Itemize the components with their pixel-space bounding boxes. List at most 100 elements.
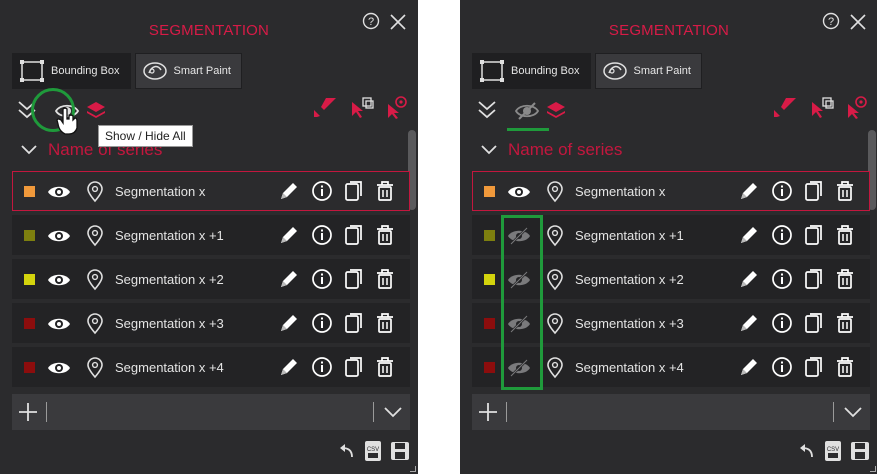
color-swatch[interactable] bbox=[24, 273, 35, 285]
segmentation-row[interactable]: Segmentation x +3 bbox=[472, 303, 870, 343]
place-pin-cursor-icon[interactable] bbox=[846, 96, 868, 120]
pencil-icon[interactable] bbox=[738, 356, 760, 378]
segmentation-row[interactable]: Segmentation x +4 bbox=[12, 347, 410, 387]
info-icon[interactable] bbox=[771, 180, 793, 202]
pencil-icon[interactable] bbox=[278, 180, 300, 202]
segmentation-row[interactable]: Segmentation x +1 bbox=[472, 215, 870, 255]
location-pin-icon[interactable] bbox=[545, 357, 565, 379]
select-cursor-icon[interactable] bbox=[350, 96, 374, 120]
segmentation-row[interactable]: Segmentation x +1 bbox=[12, 215, 410, 255]
color-swatch[interactable] bbox=[24, 229, 35, 241]
duplicate-icon[interactable] bbox=[344, 180, 364, 202]
segmentation-row[interactable]: Segmentation x +2 bbox=[12, 259, 410, 299]
trash-icon[interactable] bbox=[375, 180, 395, 202]
eye-icon[interactable] bbox=[507, 181, 531, 203]
color-swatch[interactable] bbox=[24, 185, 35, 197]
chevron-down-icon[interactable] bbox=[842, 402, 864, 422]
eye-icon[interactable] bbox=[47, 357, 71, 379]
undo-icon[interactable] bbox=[798, 443, 816, 459]
eye-off-icon[interactable] bbox=[507, 269, 531, 291]
trash-icon[interactable] bbox=[835, 312, 855, 334]
pencil-icon[interactable] bbox=[738, 268, 760, 290]
add-icon[interactable] bbox=[472, 394, 504, 430]
eye-icon[interactable] bbox=[47, 313, 71, 335]
bounding-box-button[interactable]: Bounding Box bbox=[472, 53, 591, 89]
trash-icon[interactable] bbox=[375, 224, 395, 246]
location-pin-icon[interactable] bbox=[85, 181, 105, 203]
color-swatch[interactable] bbox=[484, 185, 495, 197]
smart-paint-button[interactable]: Smart Paint bbox=[134, 53, 242, 89]
duplicate-icon[interactable] bbox=[804, 180, 824, 202]
add-icon[interactable] bbox=[12, 394, 44, 430]
info-icon[interactable] bbox=[771, 356, 793, 378]
segmentation-row[interactable]: Segmentation x +2 bbox=[472, 259, 870, 299]
chevron-down-icon[interactable] bbox=[20, 144, 38, 156]
trash-icon[interactable] bbox=[835, 356, 855, 378]
export-csv-icon[interactable]: CSV bbox=[364, 440, 382, 462]
info-icon[interactable] bbox=[771, 224, 793, 246]
segmentation-row[interactable]: Segmentation x bbox=[12, 171, 410, 211]
location-pin-icon[interactable] bbox=[85, 357, 105, 379]
duplicate-icon[interactable] bbox=[344, 224, 364, 246]
layers-icon[interactable] bbox=[546, 100, 566, 120]
export-csv-icon[interactable]: CSV bbox=[824, 440, 842, 462]
resize-grip[interactable] bbox=[410, 466, 416, 472]
location-pin-icon[interactable] bbox=[85, 313, 105, 335]
save-icon[interactable] bbox=[390, 441, 410, 461]
pencil-icon[interactable] bbox=[278, 356, 300, 378]
eye-icon[interactable] bbox=[47, 225, 71, 247]
duplicate-icon[interactable] bbox=[344, 268, 364, 290]
eye-off-icon[interactable] bbox=[507, 357, 531, 379]
info-icon[interactable] bbox=[771, 268, 793, 290]
color-swatch[interactable] bbox=[484, 273, 495, 285]
location-pin-icon[interactable] bbox=[545, 181, 565, 203]
chevron-down-icon[interactable] bbox=[480, 144, 498, 156]
eye-icon[interactable] bbox=[47, 181, 71, 203]
smart-paint-button[interactable]: Smart Paint bbox=[594, 53, 702, 89]
duplicate-icon[interactable] bbox=[344, 312, 364, 334]
trash-icon[interactable] bbox=[835, 268, 855, 290]
location-pin-icon[interactable] bbox=[545, 313, 565, 335]
eye-off-icon[interactable] bbox=[507, 225, 531, 247]
info-icon[interactable] bbox=[311, 224, 333, 246]
location-pin-icon[interactable] bbox=[85, 269, 105, 291]
resize-grip[interactable] bbox=[870, 466, 876, 472]
undo-icon[interactable] bbox=[338, 443, 356, 459]
collapse-all-icon[interactable] bbox=[16, 98, 38, 120]
pencil-icon[interactable] bbox=[738, 180, 760, 202]
layers-icon[interactable] bbox=[86, 100, 106, 120]
info-icon[interactable] bbox=[311, 180, 333, 202]
location-pin-icon[interactable] bbox=[85, 225, 105, 247]
save-icon[interactable] bbox=[850, 441, 870, 461]
location-pin-icon[interactable] bbox=[545, 225, 565, 247]
pencil-icon[interactable] bbox=[278, 224, 300, 246]
info-icon[interactable] bbox=[311, 268, 333, 290]
trash-icon[interactable] bbox=[835, 180, 855, 202]
info-icon[interactable] bbox=[771, 312, 793, 334]
color-swatch[interactable] bbox=[24, 317, 35, 329]
help-icon[interactable]: ? bbox=[362, 12, 380, 30]
pencil-icon[interactable] bbox=[278, 312, 300, 334]
segmentation-row[interactable]: Segmentation x bbox=[472, 171, 870, 211]
trash-icon[interactable] bbox=[375, 356, 395, 378]
segmentation-row[interactable]: Segmentation x +3 bbox=[12, 303, 410, 343]
color-swatch[interactable] bbox=[484, 361, 495, 373]
trash-icon[interactable] bbox=[375, 268, 395, 290]
trash-icon[interactable] bbox=[835, 224, 855, 246]
duplicate-icon[interactable] bbox=[804, 268, 824, 290]
place-pin-cursor-icon[interactable] bbox=[386, 96, 408, 120]
info-icon[interactable] bbox=[311, 312, 333, 334]
trash-icon[interactable] bbox=[375, 312, 395, 334]
duplicate-icon[interactable] bbox=[804, 356, 824, 378]
draw-pen-cursor-icon[interactable] bbox=[312, 96, 338, 120]
bounding-box-button[interactable]: Bounding Box bbox=[12, 53, 131, 89]
eye-off-icon[interactable] bbox=[507, 313, 531, 335]
pencil-icon[interactable] bbox=[278, 268, 300, 290]
color-swatch[interactable] bbox=[484, 229, 495, 241]
pencil-icon[interactable] bbox=[738, 224, 760, 246]
series-group-header[interactable]: Name of series bbox=[480, 140, 622, 160]
show-hide-all-eye-off-icon[interactable] bbox=[514, 98, 540, 124]
pencil-icon[interactable] bbox=[738, 312, 760, 334]
location-pin-icon[interactable] bbox=[545, 269, 565, 291]
color-swatch[interactable] bbox=[24, 361, 35, 373]
